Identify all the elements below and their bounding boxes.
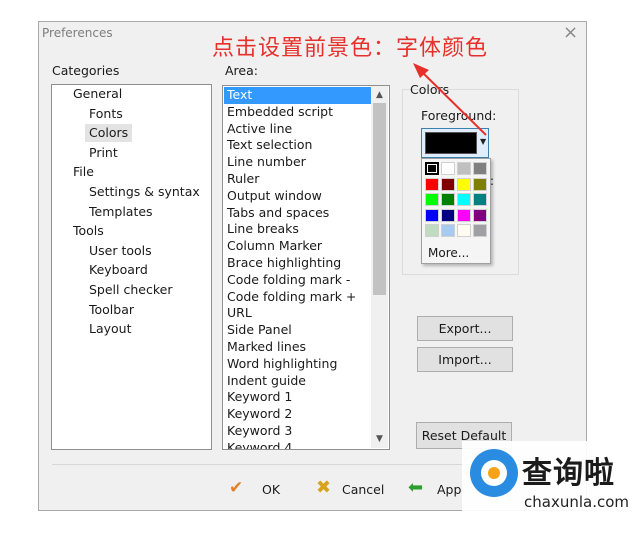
area-item[interactable]: Code folding mark + [224,289,372,306]
area-item[interactable]: Embedded script [224,104,372,121]
area-item[interactable]: Brace highlighting [224,255,372,272]
color-swatch[interactable] [457,177,471,191]
color-swatch[interactable] [425,208,439,222]
area-item[interactable]: Active line [224,121,372,138]
area-item[interactable]: Marked lines [224,339,372,356]
color-swatch[interactable] [457,208,471,222]
import-button[interactable]: Import... [417,347,513,372]
area-item[interactable]: Code folding mark - [224,272,372,289]
color-swatch[interactable] [473,162,487,175]
area-item-text[interactable]: Text [224,87,372,104]
ok-button[interactable]: OK [262,478,280,502]
color-swatch[interactable] [457,193,471,206]
color-swatch[interactable] [425,177,439,191]
color-swatch[interactable] [441,224,455,237]
area-item[interactable]: Text selection [224,137,372,154]
color-swatch[interactable] [473,193,487,206]
tree-item-user-tools[interactable]: User tools [89,242,152,260]
area-item[interactable]: Column Marker [224,238,372,255]
export-button[interactable]: Export... [417,316,513,341]
cancel-button[interactable]: Cancel [342,478,384,502]
tree-item-general[interactable]: General [73,85,122,103]
area-item[interactable]: Line number [224,154,372,171]
color-swatch[interactable] [473,177,487,191]
tree-item-keyboard[interactable]: Keyboard [89,261,148,279]
area-item[interactable]: Line breaks [224,221,372,238]
color-swatch[interactable] [473,224,487,237]
foreground-label: Foreground: [421,108,497,123]
colors-group-label: Colors [410,82,450,97]
area-item[interactable]: Word highlighting [224,356,372,373]
color-swatch[interactable] [473,208,487,222]
tree-item-print[interactable]: Print [89,144,118,162]
tree-item-fonts[interactable]: Fonts [89,105,123,123]
logo-dot [488,467,500,479]
area-listbox[interactable]: Text Embedded script Active line Text se… [222,85,390,450]
tree-item-toolbar[interactable]: Toolbar [89,301,134,319]
checkmark-icon[interactable]: ✔ [229,476,243,500]
tree-item-spell-checker[interactable]: Spell checker [89,281,172,299]
area-item[interactable]: Side Panel [224,322,372,339]
more-colors-button[interactable]: More... [423,244,489,262]
area-item[interactable]: Tabs and spaces [224,205,372,222]
color-swatch[interactable] [441,193,455,206]
tree-item-tools[interactable]: Tools [73,222,104,240]
apply-button[interactable]: App [437,478,461,502]
area-item[interactable]: Keyword 2 [224,406,372,423]
dropdown-arrow-icon[interactable]: ▼ [480,137,486,146]
foreground-swatch[interactable] [425,132,477,154]
area-item[interactable]: Output window [224,188,372,205]
dialog-title: Preferences [42,26,113,40]
area-label: Area: [225,63,258,78]
categories-label: Categories [52,63,120,78]
color-swatch[interactable] [425,162,439,175]
color-swatch[interactable] [457,224,471,237]
tree-item-file[interactable]: File [73,163,94,181]
color-swatch[interactable] [425,193,439,206]
tree-item-settings-syntax[interactable]: Settings & syntax [89,183,200,201]
close-icon[interactable]: × [563,23,578,43]
apply-arrow-icon[interactable]: ⬅ [408,476,423,500]
color-swatch[interactable] [425,224,439,237]
annotation-text: 点击设置前景色：字体颜色 [212,36,489,61]
tree-item-colors[interactable]: Colors [85,124,133,143]
color-swatch[interactable] [441,208,455,222]
tree-item-templates[interactable]: Templates [89,203,153,221]
watermark-text: 查询啦 [522,456,615,491]
color-swatch[interactable] [441,162,455,175]
scroll-down-icon[interactable]: ▼ [371,431,388,447]
categories-tree[interactable]: General Fonts Colors Print File Settings… [51,84,212,450]
area-item[interactable]: Keyword 4 [224,440,372,449]
tree-item-layout[interactable]: Layout [89,320,132,338]
area-item[interactable]: URL [224,305,372,322]
watermark-url: chaxunla.com [524,493,629,511]
area-item[interactable]: Indent guide [224,373,372,390]
cancel-x-icon[interactable]: ✖ [316,476,331,500]
color-swatch[interactable] [441,177,455,191]
area-item[interactable]: Keyword 1 [224,389,372,406]
scroll-up-icon[interactable]: ▲ [371,87,388,103]
scrollbar-thumb[interactable] [373,103,386,295]
color-swatch[interactable] [457,162,471,175]
area-item[interactable]: Ruler [224,171,372,188]
area-item[interactable]: Keyword 3 [224,423,372,440]
